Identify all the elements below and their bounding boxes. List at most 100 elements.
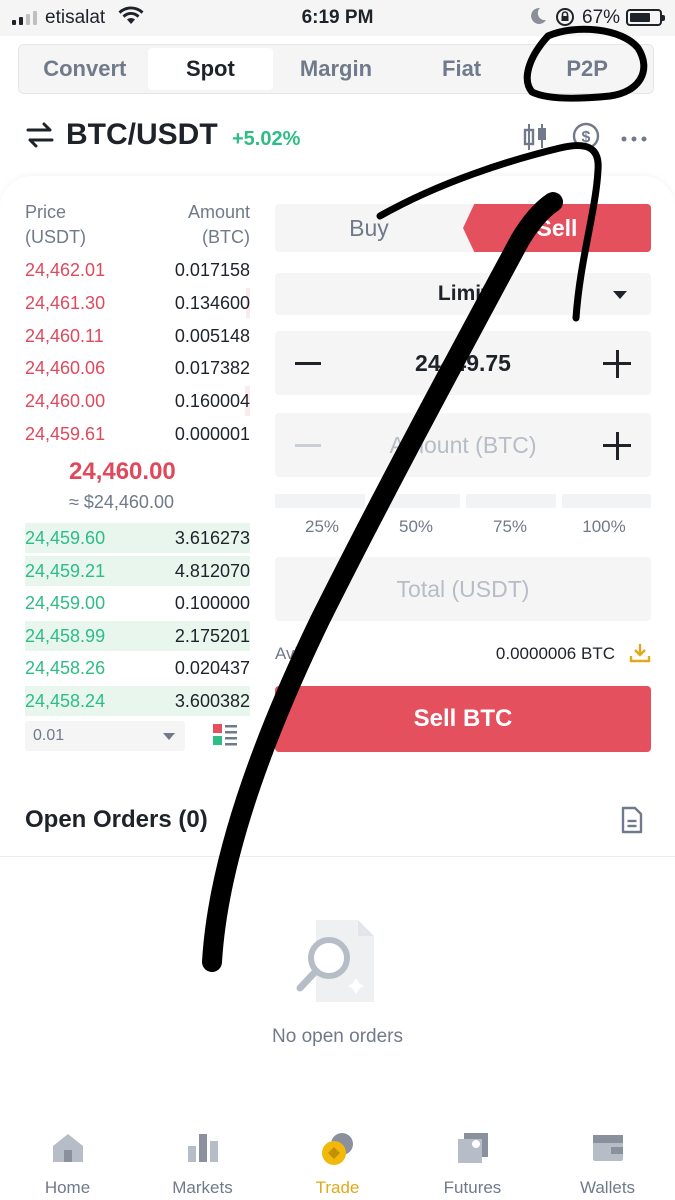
- trade-mode-tabs: Convert Spot Margin Fiat P2P: [18, 44, 654, 94]
- pair-symbol[interactable]: BTC/USDT: [66, 118, 218, 152]
- ask-amount: 0.005148: [174, 326, 250, 346]
- chevron-down-icon: [163, 733, 175, 740]
- candlestick-chart-icon[interactable]: [522, 122, 550, 157]
- ask-row[interactable]: 24,460.11 0.005148: [25, 321, 250, 351]
- bid-amount: 0.020437: [174, 658, 250, 678]
- nav-trade[interactable]: Trade: [270, 1120, 405, 1200]
- order-type-select[interactable]: Limit: [275, 273, 651, 315]
- order-book-header: Price (USDT) Amount (BTC): [25, 200, 250, 250]
- dollar-icon[interactable]: $: [571, 121, 601, 156]
- nav-wallets-label: Wallets: [579, 1178, 636, 1197]
- swap-icon[interactable]: [26, 122, 54, 153]
- chevron-down-icon: [613, 291, 627, 299]
- ask-price: 24,460.06: [25, 358, 106, 378]
- ask-amount: 0.160004: [174, 391, 250, 411]
- total-placeholder: Total (USDT): [396, 576, 530, 602]
- percent-labels: 25% 50% 75% 100%: [275, 517, 651, 537]
- last-price-usd: ≈ $24,460.00: [69, 492, 174, 512]
- order-type-value: Limit: [437, 282, 489, 305]
- empty-search-icon: [296, 918, 376, 1009]
- sell-tab[interactable]: Sell: [463, 204, 651, 252]
- ask-row[interactable]: 24,460.00 0.160004: [25, 386, 250, 416]
- ask-row[interactable]: 24,462.01 0.017158: [25, 255, 250, 285]
- ask-row[interactable]: 24,461.30 0.134600: [25, 288, 250, 318]
- decrease-price-button[interactable]: [295, 362, 321, 365]
- ask-row[interactable]: 24,460.06 0.017382: [25, 353, 250, 383]
- bid-amount: 0.100000: [174, 593, 250, 613]
- price-field[interactable]: 24449.75: [275, 331, 651, 395]
- tab-fiat[interactable]: Fiat: [399, 48, 525, 90]
- bid-row[interactable]: 24,458.26 0.020437: [25, 653, 250, 683]
- amount-placeholder: Amount (BTC): [389, 432, 537, 458]
- bid-price: 24,458.24: [25, 691, 106, 711]
- ask-price: 24,459.61: [25, 424, 106, 444]
- markets-icon: [187, 1134, 218, 1162]
- decrease-amount-button[interactable]: [295, 444, 321, 447]
- bid-row[interactable]: 24,459.21 4.812070: [25, 556, 250, 586]
- futures-icon: [457, 1133, 488, 1163]
- nav-markets[interactable]: Markets: [135, 1120, 270, 1200]
- depth-value: 0.01: [33, 727, 65, 744]
- battery-icon: [626, 9, 665, 26]
- more-icon[interactable]: [620, 130, 648, 148]
- nav-home-label: Home: [44, 1178, 91, 1197]
- bid-row[interactable]: 24,458.99 2.175201: [25, 621, 250, 651]
- bid-amount: 3.616273: [174, 528, 250, 548]
- bottom-nav: Home Markets Trade Futures Wallets: [0, 1120, 675, 1200]
- depth-select[interactable]: 0.01: [25, 721, 185, 751]
- order-book-layout-icon[interactable]: [212, 722, 238, 753]
- percent-75[interactable]: 75%: [463, 517, 557, 537]
- nav-trade-label: Trade: [315, 1178, 360, 1197]
- bid-price: 24,459.21: [25, 561, 106, 581]
- nav-home[interactable]: Home: [0, 1120, 135, 1200]
- sell-btc-button[interactable]: Sell BTC: [275, 686, 651, 752]
- tab-convert[interactable]: Convert: [22, 48, 148, 90]
- amount-column-header: Amount (BTC): [187, 202, 250, 247]
- ask-price: 24,462.01: [25, 260, 106, 280]
- percent-50[interactable]: 50%: [369, 517, 463, 537]
- bid-price: 24,458.26: [25, 658, 106, 678]
- home-icon: [52, 1134, 83, 1162]
- moon-icon: [528, 6, 548, 31]
- bid-amount: 4.812070: [174, 561, 250, 581]
- open-orders-title[interactable]: Open Orders (0): [25, 806, 208, 834]
- ask-price: 24,461.30: [25, 293, 106, 313]
- trade-icon: [321, 1133, 353, 1165]
- bid-amount: 2.175201: [174, 626, 250, 646]
- bid-row[interactable]: 24,458.24 3.600382: [25, 686, 250, 716]
- available-balance: Avbl 0.0000006 BTC: [275, 644, 651, 664]
- bid-price: 24,459.00: [25, 593, 106, 613]
- tab-spot[interactable]: Spot: [147, 48, 274, 90]
- bid-amount: 3.600382: [174, 691, 250, 711]
- status-bar: etisalat 6:19 PM 67%: [0, 0, 675, 36]
- plus-icon: [616, 432, 619, 460]
- percent-25[interactable]: 25%: [275, 517, 369, 537]
- amount-field[interactable]: Amount (BTC): [275, 413, 651, 477]
- ask-amount: 0.017158: [174, 260, 250, 280]
- ask-row[interactable]: 24,459.61 0.000001: [25, 419, 250, 449]
- total-field[interactable]: Total (USDT): [275, 557, 651, 621]
- ask-amount: 0.017382: [174, 358, 250, 378]
- svg-text:$: $: [582, 129, 591, 146]
- transfer-icon[interactable]: [629, 642, 651, 669]
- nav-futures[interactable]: Futures: [405, 1120, 540, 1200]
- ask-price: 24,460.11: [25, 326, 104, 346]
- order-history-icon[interactable]: [620, 806, 644, 839]
- bid-row[interactable]: 24,459.00 0.100000: [25, 588, 250, 618]
- tab-margin[interactable]: Margin: [273, 48, 399, 90]
- pair-header: BTC/USDT +5.02% $: [0, 108, 675, 168]
- percent-100[interactable]: 100%: [557, 517, 651, 537]
- buy-tab[interactable]: Buy: [275, 204, 463, 252]
- nav-futures-label: Futures: [443, 1178, 502, 1197]
- divider: [0, 856, 675, 857]
- price-change: +5.02%: [232, 128, 301, 150]
- plus-icon: [616, 350, 619, 378]
- available-label: Avbl: [275, 644, 308, 663]
- tab-p2p[interactable]: P2P: [524, 48, 650, 90]
- nav-markets-label: Markets: [172, 1178, 233, 1197]
- bid-price: 24,459.60: [25, 528, 106, 548]
- bid-row[interactable]: 24,459.60 3.616273: [25, 523, 250, 553]
- nav-wallets[interactable]: Wallets: [540, 1120, 675, 1200]
- price-value: 24449.75: [415, 350, 511, 376]
- percent-slider[interactable]: [275, 494, 651, 508]
